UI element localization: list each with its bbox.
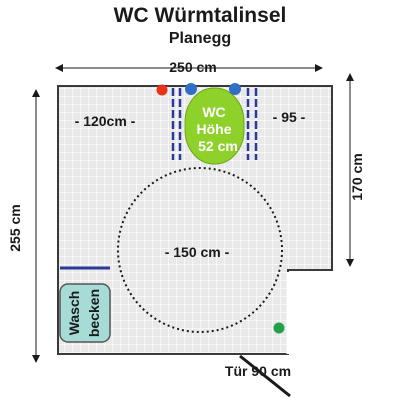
- width-label: 250 cm: [169, 59, 216, 75]
- toilet-label-height-value: 52 cm: [198, 138, 238, 154]
- door-green-dot: [273, 322, 285, 334]
- sink-label-line1: Wasch: [66, 291, 82, 336]
- left-clearance-label: - 120cm -: [75, 113, 136, 129]
- left-height-label: 255 cm: [7, 204, 23, 251]
- sink-label-line2: becken: [86, 289, 102, 337]
- floor-plan-drawing: Wasch becken WC Höhe 52 cm 250 cm 255 cm…: [7, 59, 365, 398]
- right-clearance-label: - 95 -: [273, 109, 306, 125]
- flush-blue-dot-right: [229, 83, 241, 95]
- toilet-label-wc: WC: [202, 104, 225, 120]
- toilet-label-height: Höhe: [197, 121, 232, 137]
- alarm-red-dot: [156, 84, 168, 96]
- turning-circle-label: - 150 cm -: [165, 244, 230, 260]
- flush-blue-dot-left: [185, 83, 197, 95]
- accessible-toilet-floor-plan: WC Würmtalinsel Planegg Wasch becken WC …: [0, 0, 400, 400]
- right-height-label: 170 cm: [349, 153, 365, 200]
- door-label: Tür 90 cm: [225, 363, 291, 379]
